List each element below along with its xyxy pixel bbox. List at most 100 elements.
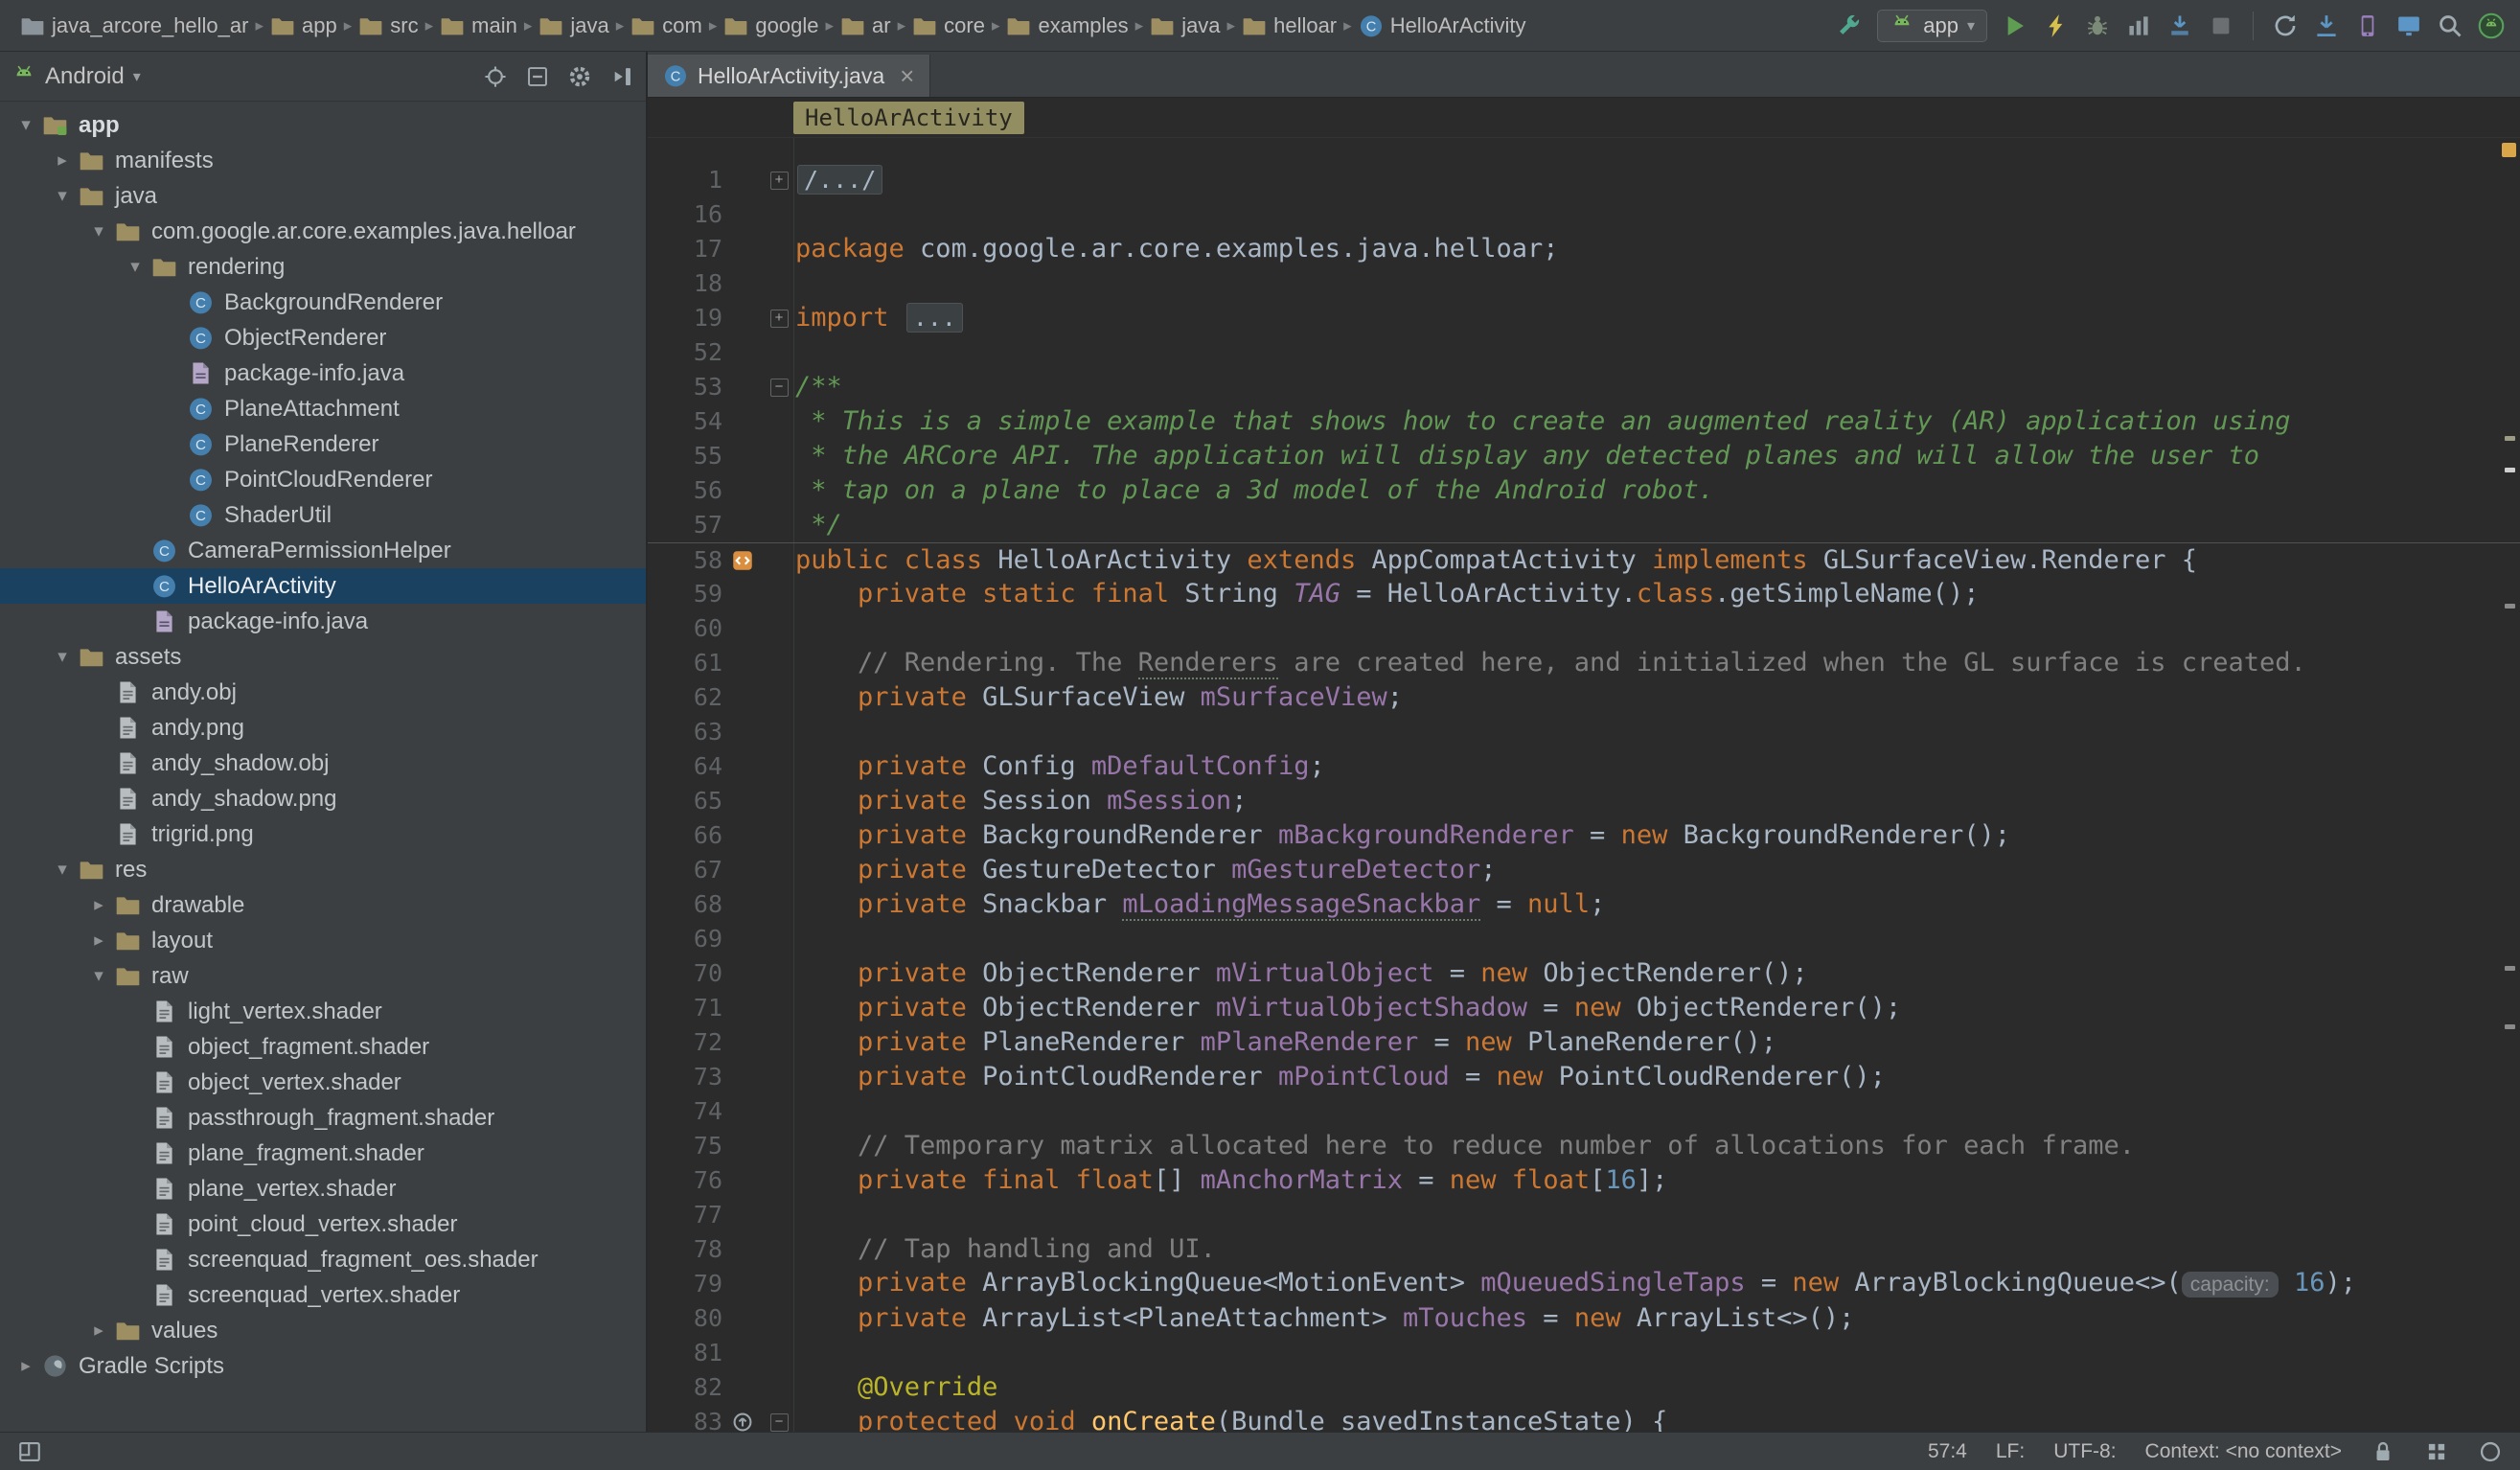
code-line[interactable]: 75 // Temporary matrix allocated here to… bbox=[648, 1129, 2520, 1163]
attach-debugger-button[interactable] bbox=[2166, 12, 2193, 39]
tree-item-trigrid-png[interactable]: trigrid.png bbox=[0, 816, 646, 852]
tree-item-rendering[interactable]: ▾rendering bbox=[0, 249, 646, 285]
breadcrumb-java-arcore-hello-ar[interactable]: java_arcore_hello_ar bbox=[15, 11, 253, 41]
code-line[interactable]: 58public class HelloArActivity extends A… bbox=[648, 542, 2520, 577]
caret-position-widget[interactable]: 57:4 bbox=[1928, 1440, 1967, 1463]
breadcrumb-ar[interactable]: ar bbox=[836, 11, 896, 41]
code-line[interactable]: 56 * tap on a plane to place a 3d model … bbox=[648, 473, 2520, 508]
tree-item-layout[interactable]: ▸layout bbox=[0, 923, 646, 958]
tree-item-com-google-ar-core-examples-java-helloar[interactable]: ▾com.google.ar.core.examples.java.helloa… bbox=[0, 214, 646, 249]
code-line[interactable]: 64 private Config mDefaultConfig; bbox=[648, 749, 2520, 784]
tree-item-assets[interactable]: ▾assets bbox=[0, 639, 646, 675]
code-editor[interactable]: 1+/.../1617package com.google.ar.core.ex… bbox=[648, 138, 2520, 1432]
tree-item-plane-fragment-shader[interactable]: plane_fragment.shader bbox=[0, 1136, 646, 1171]
tree-item-res[interactable]: ▾res bbox=[0, 852, 646, 887]
breadcrumb-google[interactable]: google bbox=[719, 11, 823, 41]
tree-collapsed-arrow[interactable]: ▸ bbox=[46, 149, 79, 172]
code-line[interactable]: 65 private Session mSession; bbox=[648, 784, 2520, 818]
tree-expanded-arrow[interactable]: ▾ bbox=[46, 185, 79, 207]
make-project-button[interactable] bbox=[1836, 12, 1863, 39]
tree-collapsed-arrow[interactable]: ▸ bbox=[82, 930, 115, 952]
code-line[interactable]: 79 private ArrayBlockingQueue<MotionEven… bbox=[648, 1267, 2520, 1301]
tree-item-point-cloud-vertex-shader[interactable]: point_cloud_vertex.shader bbox=[0, 1206, 646, 1242]
tree-item-object-vertex-shader[interactable]: object_vertex.shader bbox=[0, 1065, 646, 1100]
code-line[interactable]: 69 bbox=[648, 922, 2520, 956]
readonly-lock-icon[interactable] bbox=[2371, 1439, 2395, 1464]
tree-item-app[interactable]: ▾app bbox=[0, 107, 646, 143]
code-line[interactable]: 54 * This is a simple example that shows… bbox=[648, 404, 2520, 439]
tree-item-drawable[interactable]: ▸drawable bbox=[0, 887, 646, 923]
code-line[interactable]: 19+import ... bbox=[648, 301, 2520, 335]
run-config-selector[interactable]: app▾ bbox=[1877, 10, 1987, 42]
locate-file-icon[interactable] bbox=[483, 64, 508, 89]
highlighting-level-icon[interactable] bbox=[2424, 1439, 2449, 1464]
tree-item-andy-obj[interactable]: andy.obj bbox=[0, 675, 646, 710]
fold-toggle-icon[interactable]: + bbox=[770, 172, 789, 190]
code-line[interactable]: 67 private GestureDetector mGestureDetec… bbox=[648, 853, 2520, 887]
tree-expanded-arrow[interactable]: ▾ bbox=[46, 859, 79, 881]
tree-item-shaderutil[interactable]: CShaderUtil bbox=[0, 497, 646, 533]
close-tab-icon[interactable]: × bbox=[900, 63, 914, 88]
code-line[interactable]: 71 private ObjectRenderer mVirtualObject… bbox=[648, 991, 2520, 1025]
tree-item-helloaractivity[interactable]: CHelloArActivity bbox=[0, 568, 646, 604]
tree-collapsed-arrow[interactable]: ▸ bbox=[82, 894, 115, 916]
code-line[interactable]: 74 bbox=[648, 1094, 2520, 1129]
breadcrumb-helloar[interactable]: helloar bbox=[1237, 11, 1341, 41]
debug-button[interactable] bbox=[2084, 12, 2111, 39]
tree-item-package-info-java[interactable]: package-info.java bbox=[0, 604, 646, 639]
fold-toggle-icon[interactable]: − bbox=[770, 379, 789, 397]
code-line[interactable]: 70 private ObjectRenderer mVirtualObject… bbox=[648, 956, 2520, 991]
tree-item-manifests[interactable]: ▸manifests bbox=[0, 143, 646, 178]
tree-item-plane-vertex-shader[interactable]: plane_vertex.shader bbox=[0, 1171, 646, 1206]
code-line[interactable]: 52 bbox=[648, 335, 2520, 370]
code-line[interactable]: 61 // Rendering. The Renderers are creat… bbox=[648, 646, 2520, 680]
tab-helloaractivity-java[interactable]: C HelloArActivity.java × bbox=[648, 55, 930, 97]
inspections-indicator[interactable] bbox=[2502, 143, 2516, 157]
code-line[interactable]: 73 private PointCloudRenderer mPointClou… bbox=[648, 1060, 2520, 1094]
tree-expanded-arrow[interactable]: ▾ bbox=[82, 220, 115, 242]
notifications-icon[interactable] bbox=[2478, 1439, 2503, 1464]
error-stripe[interactable] bbox=[2499, 138, 2520, 1432]
profiler-button[interactable] bbox=[2125, 12, 2152, 39]
project-view-selector[interactable]: Android ▾ bbox=[45, 63, 141, 90]
code-line[interactable]: 18 bbox=[648, 266, 2520, 301]
tree-item-camerapermissionhelper[interactable]: CCameraPermissionHelper bbox=[0, 533, 646, 568]
tree-item-screenquad-vertex-shader[interactable]: screenquad_vertex.shader bbox=[0, 1277, 646, 1313]
breadcrumb-main[interactable]: main bbox=[435, 11, 522, 41]
code-line[interactable]: 16 bbox=[648, 197, 2520, 232]
tree-expanded-arrow[interactable]: ▾ bbox=[82, 965, 115, 987]
search-button[interactable] bbox=[2437, 12, 2463, 39]
tree-expanded-arrow[interactable]: ▾ bbox=[10, 114, 42, 136]
code-line[interactable]: 60 bbox=[648, 611, 2520, 646]
breadcrumb-helloaractivity[interactable]: CHelloArActivity bbox=[1354, 11, 1531, 41]
override-method-icon[interactable] bbox=[731, 1411, 754, 1432]
tree-collapsed-arrow[interactable]: ▸ bbox=[10, 1355, 42, 1377]
tree-item-passthrough-fragment-shader[interactable]: passthrough_fragment.shader bbox=[0, 1100, 646, 1136]
code-line[interactable]: 77 bbox=[648, 1198, 2520, 1232]
tree-item-objectrenderer[interactable]: CObjectRenderer bbox=[0, 320, 646, 356]
code-line[interactable]: 78 // Tap handling and UI. bbox=[648, 1232, 2520, 1267]
context-widget[interactable]: Context: <no context> bbox=[2145, 1440, 2342, 1463]
code-line[interactable]: 63 bbox=[648, 715, 2520, 749]
tree-item-raw[interactable]: ▾raw bbox=[0, 958, 646, 994]
tree-expanded-arrow[interactable]: ▾ bbox=[119, 256, 151, 278]
code-line[interactable]: 68 private Snackbar mLoadingMessageSnack… bbox=[648, 887, 2520, 922]
hide-panel-icon[interactable] bbox=[609, 64, 634, 89]
tree-expanded-arrow[interactable]: ▾ bbox=[46, 646, 79, 668]
tree-item-java[interactable]: ▾java bbox=[0, 178, 646, 214]
line-ending-widget[interactable]: LF: bbox=[1996, 1440, 2025, 1463]
collapse-all-icon[interactable] bbox=[525, 64, 550, 89]
apply-changes-button[interactable] bbox=[2043, 12, 2070, 39]
code-line[interactable]: 72 private PlaneRenderer mPlaneRenderer … bbox=[648, 1025, 2520, 1060]
sdk-manager-button[interactable] bbox=[2313, 12, 2340, 39]
tree-item-andy-png[interactable]: andy.png bbox=[0, 710, 646, 746]
code-line[interactable]: 66 private BackgroundRenderer mBackgroun… bbox=[648, 818, 2520, 853]
android-gutter-icon[interactable] bbox=[731, 549, 754, 572]
breadcrumb-class-chip[interactable]: HelloArActivity bbox=[793, 102, 1024, 134]
code-line[interactable]: 82 @Override bbox=[648, 1370, 2520, 1405]
tree-collapsed-arrow[interactable]: ▸ bbox=[82, 1320, 115, 1342]
layout-inspector-button[interactable] bbox=[2395, 12, 2422, 39]
tree-item-andy-shadow-png[interactable]: andy_shadow.png bbox=[0, 781, 646, 816]
encoding-widget[interactable]: UTF-8: bbox=[2053, 1440, 2116, 1463]
breadcrumb-java[interactable]: java bbox=[1145, 11, 1225, 41]
